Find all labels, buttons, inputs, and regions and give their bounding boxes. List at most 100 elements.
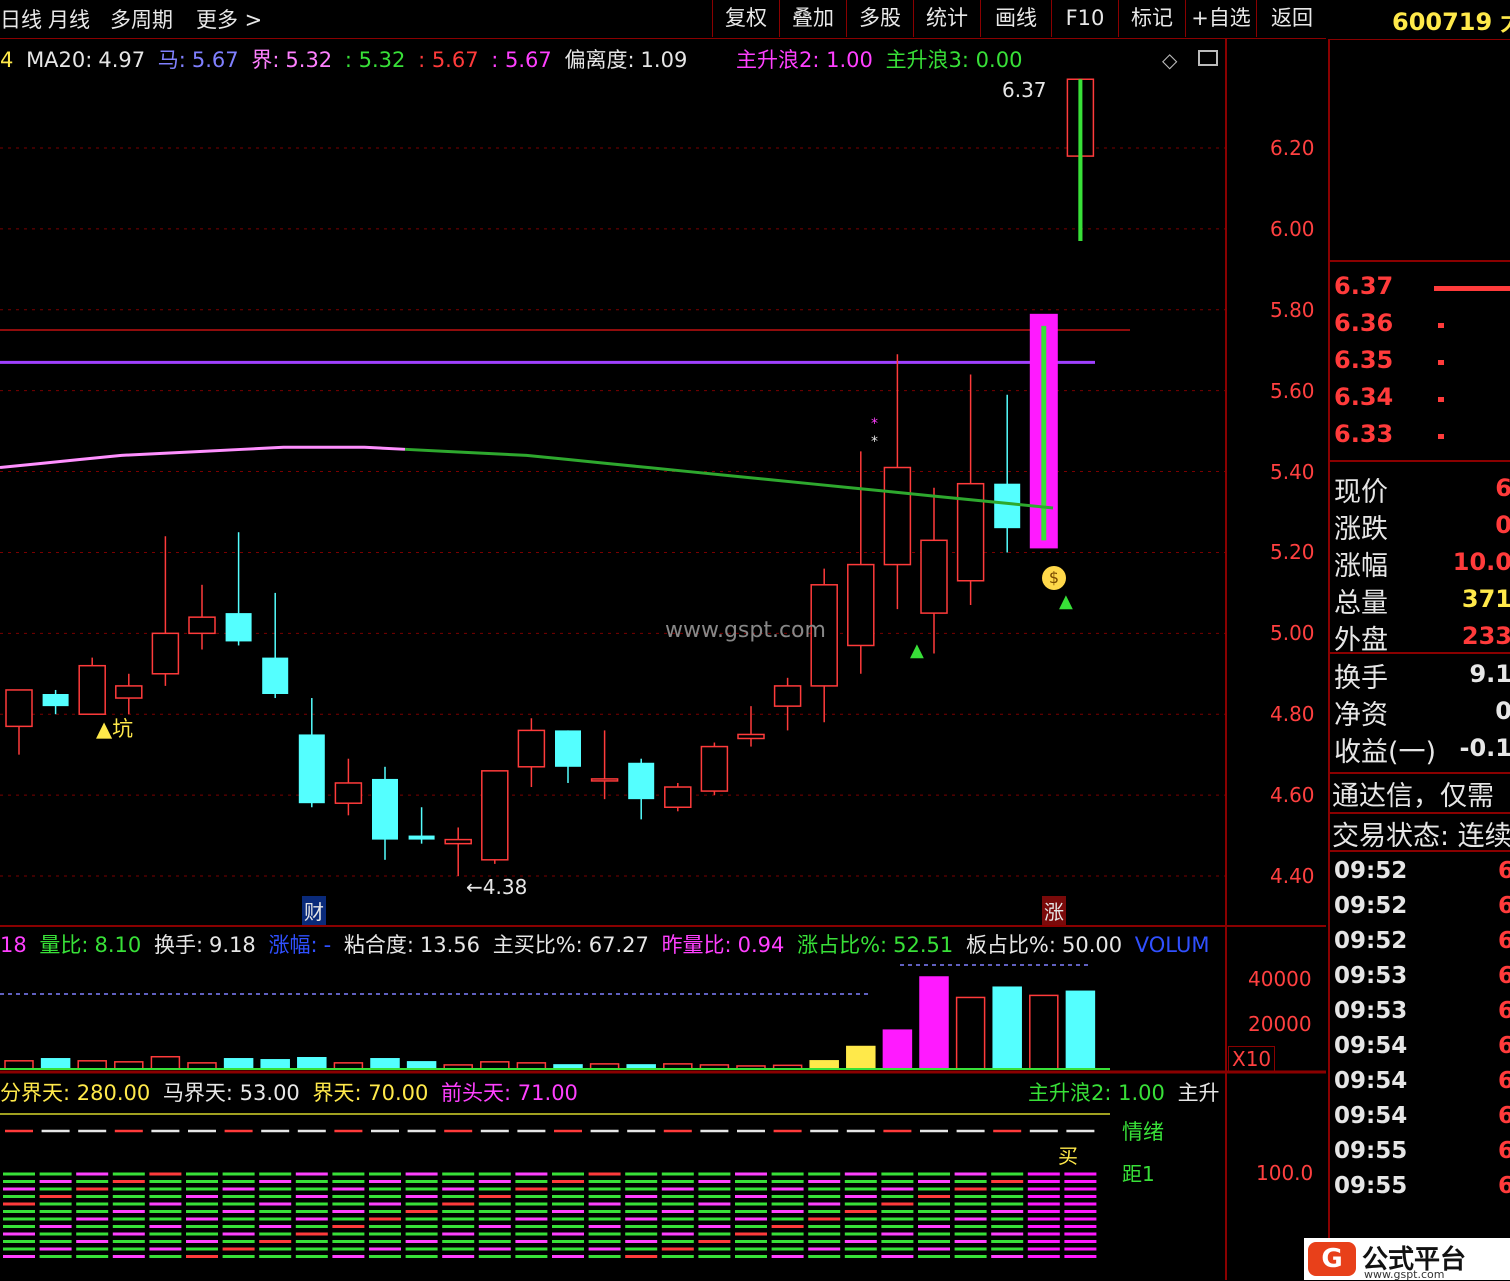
mark-button[interactable]: 标记 (1118, 0, 1185, 37)
quote-value: 0 (1495, 697, 1510, 725)
add-watch-button[interactable]: +自选 (1185, 0, 1256, 37)
candle (847, 451, 875, 674)
orderbook-volume-bar (1438, 360, 1444, 365)
candle-body (481, 770, 509, 861)
ma-label: 马: (157, 48, 186, 72)
gspt-logo: G 公式平台 www.gspt.com (1304, 1238, 1510, 1281)
volume-bar (955, 996, 986, 1070)
candle-body (444, 838, 472, 845)
turnover-label: 换手: (153, 933, 204, 957)
qingxu-label: 情绪 (1122, 1120, 1164, 1144)
jie-value: 5.32 (285, 48, 333, 72)
tick-price: 6 (1498, 1103, 1510, 1129)
multi-stock-button[interactable]: 多股 (846, 0, 913, 37)
indicator-info-line: 分界天: 280.00 马界天: 53.00 界天: 70.00 前头天: 71… (0, 1077, 584, 1107)
money-bag-icon: $ (1042, 566, 1066, 590)
volume-bar (223, 1058, 254, 1070)
tab-month[interactable]: 月线 (48, 4, 90, 34)
indicator-bars (0, 1113, 1110, 1258)
orderbook-price[interactable]: 6.36 (1334, 309, 1393, 337)
change: - (323, 933, 332, 957)
candle (408, 807, 435, 844)
orderbook-price[interactable]: 6.37 (1334, 272, 1393, 300)
qtt: 前头天: 71.00 (441, 1081, 578, 1105)
candle-body (334, 782, 363, 804)
candle (262, 592, 289, 699)
candle (78, 657, 106, 715)
deviation-value: 1.09 (640, 48, 688, 72)
orderbook-price[interactable]: 6.33 (1334, 420, 1393, 448)
candle-body (225, 613, 252, 642)
fjt: 分界天: 280.00 (0, 1081, 151, 1105)
limit-up-marker[interactable]: 涨 (1042, 896, 1066, 925)
orderbook-price[interactable]: 6.35 (1334, 346, 1393, 374)
diamond-icon[interactable]: ◇ (1162, 48, 1177, 72)
orderbook-price[interactable]: 6.34 (1334, 383, 1393, 411)
prev-vol: 0.94 (737, 933, 785, 957)
candle-body (262, 657, 289, 694)
overlay-button[interactable]: 叠加 (779, 0, 846, 37)
candle-body (115, 685, 143, 699)
tick-time: 09:55 (1334, 1138, 1408, 1164)
trade-state: 交易状态: 连续 (1332, 821, 1510, 852)
candle-body (517, 729, 546, 768)
tick-price: 6 (1498, 893, 1510, 919)
volume-bar (992, 986, 1022, 1070)
toolbar: 日线 月线 多周期 更多 > 复权 叠加 多股 统计 画线 F10 标记 +自选… (0, 0, 1327, 39)
mjt: 马界天: 53.00 (162, 1081, 300, 1105)
candle-body (188, 616, 216, 635)
tick-price: 6 (1498, 1173, 1510, 1199)
tab-multi-period[interactable]: 多周期 (110, 4, 173, 34)
stats-button[interactable]: 统计 (913, 0, 980, 37)
fin-marker[interactable]: 财 (302, 896, 326, 925)
price-tick-label: 6.20 (1270, 136, 1315, 160)
candle-body (372, 778, 398, 840)
quote-value: 371 (1461, 585, 1510, 613)
candle (555, 730, 581, 783)
tick-time: 09:52 (1334, 893, 1408, 919)
ma-value: 5.67 (191, 48, 239, 72)
candle (334, 758, 363, 816)
volume-bar (40, 1058, 71, 1070)
tab-day[interactable]: 日线 (0, 4, 42, 34)
tick-time: 09:52 (1334, 928, 1408, 954)
draw-button[interactable]: 画线 (980, 0, 1051, 37)
main-buy-label: 主买比%: (492, 933, 583, 957)
quote-label: 总量 (1334, 588, 1388, 619)
f10-button[interactable]: F10 (1051, 0, 1118, 37)
tick-time: 09:53 (1334, 998, 1408, 1024)
up-ratio-label: 涨占比%: (797, 933, 888, 957)
board-ratio: 50.00 (1061, 933, 1123, 957)
star-icon-2: * (871, 434, 878, 450)
ma20-label: MA20: (26, 48, 93, 72)
candle (773, 677, 802, 731)
candle-body (628, 762, 655, 800)
volume-ratio-label: 量比: (39, 933, 89, 957)
vol-axis-1: 40000 (1248, 967, 1312, 991)
orderbook-volume-bar (1438, 397, 1444, 402)
volume-bar (297, 1057, 327, 1070)
tick-price: 6 (1498, 1033, 1510, 1059)
volume-bar (406, 1061, 437, 1070)
value-2: : 5.67 (418, 48, 479, 72)
candle-body (920, 539, 948, 614)
low-price-label: ←4.38 (466, 875, 528, 899)
wave2-label: 主升浪2: 1.00 (736, 48, 873, 72)
vol-unit: X10 (1228, 1046, 1276, 1072)
ma-line-pink (0, 445, 406, 470)
price-tick-label: 5.00 (1270, 621, 1315, 646)
price-tick-label: 6.00 (1270, 216, 1315, 241)
zs: 主升 (1177, 1081, 1220, 1105)
back-button[interactable]: 返回 (1256, 0, 1327, 37)
tick-time: 09:54 (1334, 1103, 1408, 1129)
tick-price: 6 (1498, 1138, 1510, 1164)
candle (590, 730, 619, 800)
candle-body (847, 563, 875, 647)
fuquan-button[interactable]: 复权 (712, 0, 779, 37)
ma-line-green (404, 447, 1054, 510)
volume-bar (882, 1029, 913, 1070)
candle (372, 766, 398, 860)
panel-toggle-icon[interactable] (1198, 50, 1218, 66)
tab-more[interactable]: 更多 > (196, 4, 262, 34)
candle (810, 568, 838, 723)
